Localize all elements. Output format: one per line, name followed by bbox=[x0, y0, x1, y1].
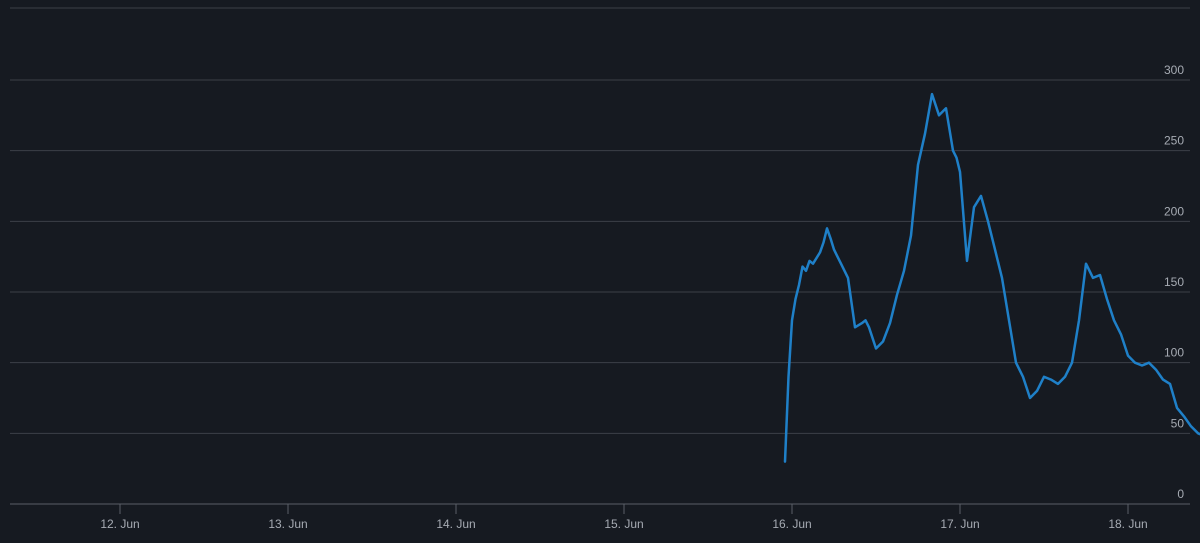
x-tick-label: 12. Jun bbox=[100, 517, 139, 531]
x-tick-label: 17. Jun bbox=[940, 517, 979, 531]
x-tick-label: 16. Jun bbox=[772, 517, 811, 531]
y-tick-label: 250 bbox=[1164, 134, 1184, 148]
y-tick-label: 150 bbox=[1164, 275, 1184, 289]
y-tick-label: 100 bbox=[1164, 346, 1184, 360]
x-tick-label: 13. Jun bbox=[268, 517, 307, 531]
chart-background bbox=[0, 0, 1200, 543]
y-tick-label: 0 bbox=[1177, 487, 1184, 501]
y-tick-label: 50 bbox=[1171, 416, 1185, 430]
x-tick-label: 15. Jun bbox=[604, 517, 643, 531]
x-tick-label: 18. Jun bbox=[1108, 517, 1147, 531]
y-tick-label: 300 bbox=[1164, 63, 1184, 77]
x-tick-label: 14. Jun bbox=[436, 517, 475, 531]
line-chart: 12. Jun 13. Jun 14. Jun 15. Jun 16. Jun 17. J… bbox=[0, 0, 1200, 543]
y-tick-label: 200 bbox=[1164, 204, 1184, 218]
